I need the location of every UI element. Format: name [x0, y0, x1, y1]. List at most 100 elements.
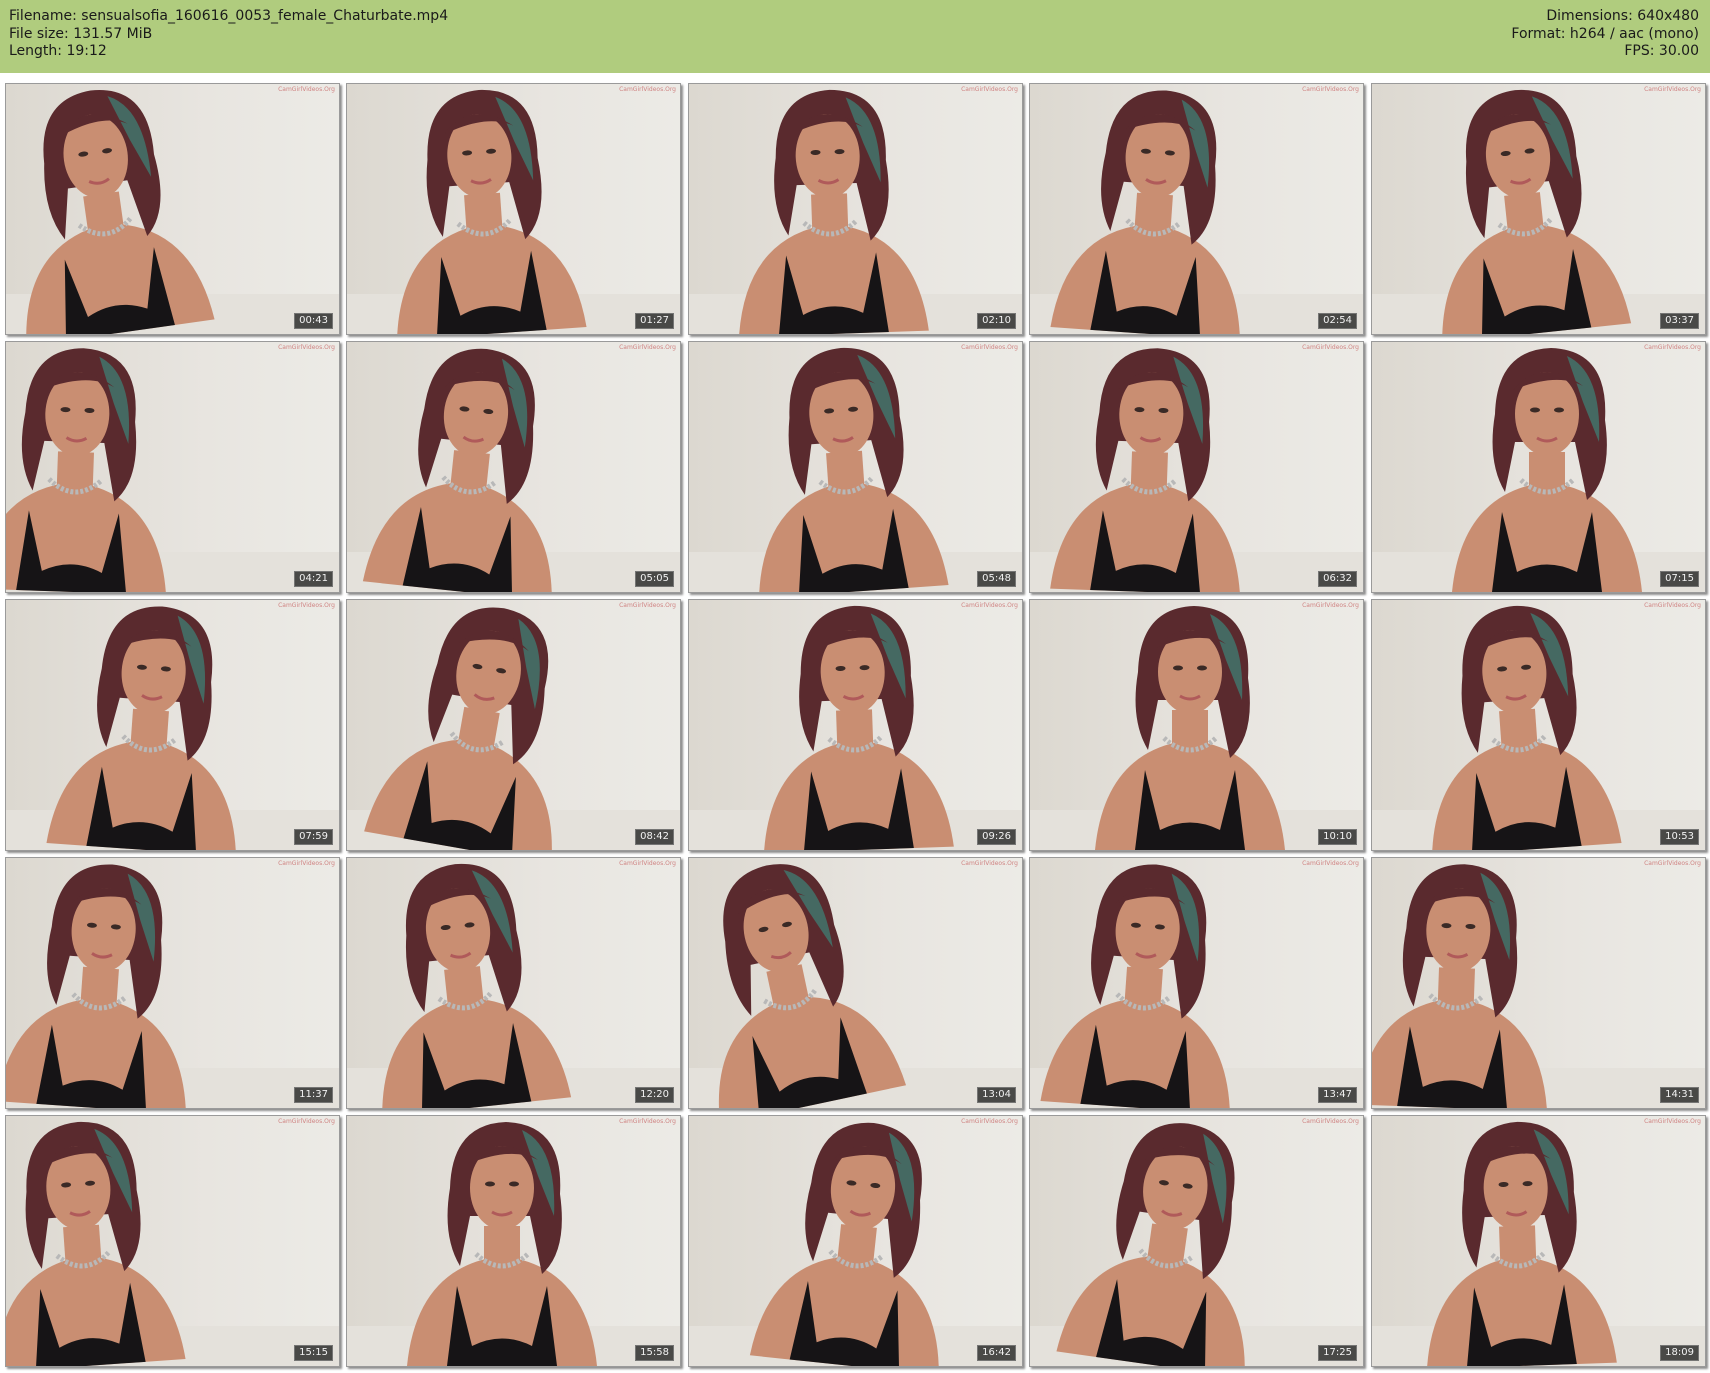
frame-figure: [6, 606, 339, 850]
frame-timestamp: 05:05: [635, 571, 674, 587]
format-text: Format: h264 / aac (mono): [1511, 25, 1699, 42]
watermark-text: CamGirlVideos.Org: [1644, 602, 1701, 609]
fps-text: FPS: 30.00: [1624, 43, 1699, 59]
filesize-text: File size: 131.57 MiB: [9, 25, 153, 42]
frame-figure: [6, 89, 339, 334]
video-frame-thumbnail: CamGirlVideos.Org 12:20: [346, 857, 681, 1109]
video-frame-thumbnail: CamGirlVideos.Org 04:21: [5, 341, 340, 593]
frame-timestamp: 05:48: [977, 571, 1016, 587]
frame-timestamp: 03:37: [1660, 313, 1699, 329]
video-frame-thumbnail: CamGirlVideos.Org 16:42: [688, 1115, 1023, 1367]
frame-timestamp: 18:09: [1660, 1345, 1699, 1361]
frame-timestamp: 08:42: [635, 829, 674, 845]
video-frame-thumbnail: CamGirlVideos.Org 14:31: [1371, 857, 1706, 1109]
frame-figure: [1030, 1123, 1363, 1366]
watermark-text: CamGirlVideos.Org: [1302, 86, 1359, 93]
frame-timestamp: 10:10: [1318, 829, 1357, 845]
frame-timestamp: 00:43: [294, 313, 333, 329]
watermark-text: CamGirlVideos.Org: [1644, 344, 1701, 351]
frame-figure: [1030, 90, 1363, 334]
frame-figure: [689, 864, 1022, 1108]
frame-timestamp: 02:10: [977, 313, 1016, 329]
frame-figure: [6, 1121, 339, 1366]
info-header: Filename: sensualsofia_160616_0053_femal…: [0, 0, 1710, 73]
watermark-text: CamGirlVideos.Org: [619, 602, 676, 609]
media-info: Dimensions: 640x480 Format: h264 / aac (…: [1511, 8, 1699, 61]
video-frame-thumbnail: CamGirlVideos.Org 02:10: [688, 83, 1023, 335]
watermark-text: CamGirlVideos.Org: [961, 860, 1018, 867]
video-frame-thumbnail: CamGirlVideos.Org 07:15: [1371, 341, 1706, 593]
frame-timestamp: 15:15: [294, 1345, 333, 1361]
watermark-text: CamGirlVideos.Org: [619, 860, 676, 867]
watermark-text: CamGirlVideos.Org: [1302, 1118, 1359, 1125]
watermark-text: CamGirlVideos.Org: [278, 860, 335, 867]
video-frame-thumbnail: CamGirlVideos.Org 05:05: [346, 341, 681, 593]
watermark-text: CamGirlVideos.Org: [278, 602, 335, 609]
video-frame-thumbnail: CamGirlVideos.Org 05:48: [688, 341, 1023, 593]
video-frame-thumbnail: CamGirlVideos.Org 17:25: [1029, 1115, 1364, 1367]
video-frame-thumbnail: CamGirlVideos.Org 03:37: [1371, 83, 1706, 335]
watermark-text: CamGirlVideos.Org: [278, 1118, 335, 1125]
watermark-text: CamGirlVideos.Org: [961, 602, 1018, 609]
frame-figure: [347, 1122, 680, 1366]
watermark-text: CamGirlVideos.Org: [619, 1118, 676, 1125]
frame-figure: [6, 864, 339, 1108]
frame-figure: [347, 348, 680, 592]
video-frame-thumbnail: CamGirlVideos.Org 00:43: [5, 83, 340, 335]
frame-timestamp: 09:26: [977, 829, 1016, 845]
video-frame-thumbnail: CamGirlVideos.Org 11:37: [5, 857, 340, 1109]
frame-timestamp: 01:27: [635, 313, 674, 329]
watermark-text: CamGirlVideos.Org: [961, 86, 1018, 93]
watermark-text: CamGirlVideos.Org: [1644, 86, 1701, 93]
frame-figure: [689, 1122, 1022, 1366]
frame-figure: [1372, 1121, 1705, 1366]
frame-timestamp: 13:47: [1318, 1087, 1357, 1103]
frame-figure: [689, 605, 1022, 850]
frame-figure: [347, 607, 680, 850]
frame-timestamp: 11:37: [294, 1087, 333, 1103]
video-frame-thumbnail: CamGirlVideos.Org 10:10: [1029, 599, 1364, 851]
video-frame-thumbnail: CamGirlVideos.Org 10:53: [1371, 599, 1706, 851]
frame-timestamp: 02:54: [1318, 313, 1357, 329]
frame-timestamp: 07:15: [1660, 571, 1699, 587]
video-frame-thumbnail: CamGirlVideos.Org 15:15: [5, 1115, 340, 1367]
frame-timestamp: 15:58: [635, 1345, 674, 1361]
frame-figure: [1372, 348, 1705, 592]
length-text: Length: 19:12: [9, 43, 107, 59]
filename-text: Filename: sensualsofia_160616_0053_femal…: [9, 8, 449, 24]
watermark-text: CamGirlVideos.Org: [961, 1118, 1018, 1125]
dimensions-text: Dimensions: 640x480: [1546, 8, 1699, 24]
frame-figure: [689, 89, 1022, 334]
watermark-text: CamGirlVideos.Org: [1302, 860, 1359, 867]
video-frame-thumbnail: CamGirlVideos.Org 09:26: [688, 599, 1023, 851]
frame-figure: [347, 864, 680, 1108]
frame-figure: [1030, 606, 1363, 850]
watermark-text: CamGirlVideos.Org: [278, 86, 335, 93]
frame-figure: [347, 89, 680, 334]
frame-figure: [1030, 864, 1363, 1108]
frame-figure: [1372, 864, 1705, 1108]
watermark-text: CamGirlVideos.Org: [619, 344, 676, 351]
video-frame-thumbnail: CamGirlVideos.Org 01:27: [346, 83, 681, 335]
watermark-text: CamGirlVideos.Org: [1644, 1118, 1701, 1125]
frame-figure: [689, 347, 1022, 592]
watermark-text: CamGirlVideos.Org: [278, 344, 335, 351]
watermark-text: CamGirlVideos.Org: [1644, 860, 1701, 867]
watermark-text: CamGirlVideos.Org: [1302, 344, 1359, 351]
video-frame-thumbnail: CamGirlVideos.Org 06:32: [1029, 341, 1364, 593]
video-frame-thumbnail: CamGirlVideos.Org 15:58: [346, 1115, 681, 1367]
frame-timestamp: 12:20: [635, 1087, 674, 1103]
video-frame-thumbnail: CamGirlVideos.Org 13:47: [1029, 857, 1364, 1109]
frame-figure: [1030, 348, 1363, 592]
frame-timestamp: 13:04: [977, 1087, 1016, 1103]
thumbnail-grid: CamGirlVideos.Org 00:43 CamGirlVideos.Org 0…: [5, 83, 1710, 1373]
frame-figure: [1372, 605, 1705, 850]
frame-timestamp: 16:42: [977, 1345, 1016, 1361]
video-frame-thumbnail: CamGirlVideos.Org 13:04: [688, 857, 1023, 1109]
video-frame-thumbnail: CamGirlVideos.Org 18:09: [1371, 1115, 1706, 1367]
watermark-text: CamGirlVideos.Org: [619, 86, 676, 93]
frame-timestamp: 17:25: [1318, 1345, 1357, 1361]
frame-figure: [1372, 90, 1705, 334]
video-frame-thumbnail: CamGirlVideos.Org 02:54: [1029, 83, 1364, 335]
frame-figure: [6, 348, 339, 592]
